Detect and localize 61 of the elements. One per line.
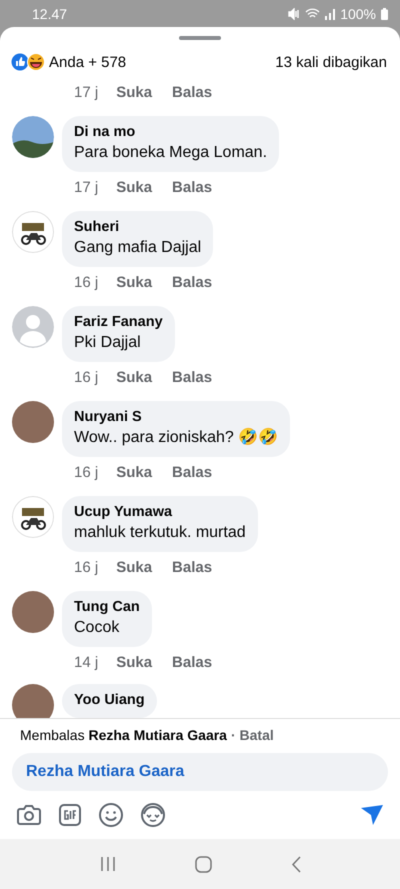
recent-apps-icon[interactable] (100, 856, 116, 872)
comment-time: 16 j (74, 464, 98, 481)
battery-percent: 100% (340, 6, 376, 22)
commenter-name[interactable]: Fariz Fanany (74, 313, 163, 332)
avatar-photo[interactable] (12, 401, 54, 443)
comment-text: Wow.. para zioniskah? 🤣🤣 (74, 427, 278, 448)
reply-link[interactable]: Balas (172, 464, 212, 481)
reply-link[interactable]: Balas (172, 559, 212, 576)
comment-time: 17 j (74, 179, 98, 196)
commenter-name[interactable]: Tung Can (74, 598, 140, 617)
comment-text: Para boneka Mega Loman. (74, 143, 268, 163)
reaction-icons (11, 53, 45, 71)
avatar[interactable] (12, 211, 54, 253)
like-link[interactable]: Suka (116, 654, 152, 671)
comment-text: Gang mafia Dajjal (74, 238, 202, 258)
commenter-name[interactable]: Nuryani S (74, 408, 278, 427)
comment-text: Pki Dajjal (74, 333, 142, 353)
send-icon[interactable] (360, 804, 384, 826)
reply-link[interactable]: Balas (172, 179, 212, 196)
comment-time: 16 j (74, 274, 98, 291)
back-icon[interactable] (290, 856, 300, 872)
reaction-count[interactable]: Anda + 578 (49, 54, 126, 70)
avatar[interactable] (12, 116, 54, 158)
like-link[interactable]: Suka (116, 369, 152, 386)
reply-link[interactable]: Balas (172, 84, 212, 101)
commenter-name[interactable]: Ucup Yumawa (74, 503, 246, 522)
gif-icon[interactable] (59, 804, 81, 826)
comment-time: 16 j (74, 559, 98, 576)
camera-icon[interactable] (17, 804, 41, 826)
like-link[interactable]: Suka (116, 464, 152, 481)
comment-text: Cocok (74, 618, 120, 638)
avatar[interactable] (12, 496, 54, 538)
commenter-name[interactable]: Suheri (74, 218, 202, 237)
like-link[interactable]: Suka (116, 559, 152, 576)
comment-input[interactable]: Rezha Mutiara Gaara (12, 753, 388, 791)
like-link[interactable]: Suka (116, 274, 152, 291)
signal-icon (325, 8, 336, 20)
reply-link[interactable]: Balas (172, 654, 212, 671)
reply-link[interactable]: Balas (172, 274, 212, 291)
emoji-icon[interactable] (99, 803, 123, 827)
avatar-photo[interactable] (12, 591, 54, 633)
commenter-name[interactable]: Di na mo (74, 123, 268, 142)
mute-icon (288, 8, 300, 20)
reply-link[interactable]: Balas (172, 369, 212, 386)
avatar-photo[interactable] (12, 684, 54, 718)
share-count[interactable]: 13 kali dibagikan (275, 54, 387, 70)
commenter-name[interactable]: Yoo Uiang (74, 691, 145, 710)
status-time: 12.47 (32, 6, 68, 22)
comment-time: 14 j (74, 654, 98, 671)
cancel-link[interactable]: · Batal (230, 727, 274, 743)
battery-icon (381, 8, 388, 20)
wifi-icon (305, 8, 320, 20)
like-link[interactable]: Suka (116, 179, 152, 196)
comment-time: 16 j (74, 369, 98, 386)
avatar-sticker-icon[interactable] (141, 803, 165, 827)
like-link[interactable]: Suka (116, 84, 152, 101)
drag-handle[interactable] (179, 36, 221, 40)
replying-to-text: Membalas Rezha Mutiara Gaara (20, 727, 227, 743)
comment-time: 17 j (74, 84, 98, 101)
home-icon[interactable] (194, 856, 212, 872)
comment-text: mahluk terkutuk. murtad (74, 523, 246, 543)
